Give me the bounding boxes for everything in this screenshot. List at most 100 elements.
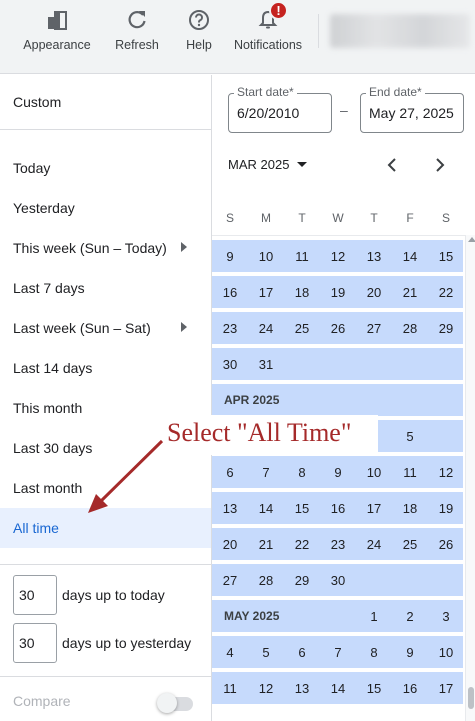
calendar-day[interactable]: 3 (428, 600, 464, 632)
calendar-day[interactable]: 26 (428, 528, 464, 560)
calendar-day[interactable]: 21 (392, 276, 428, 308)
calendar-day[interactable]: 24 (356, 528, 392, 560)
calendar-day[interactable]: 11 (212, 672, 248, 704)
calendar-day[interactable]: 23 (320, 528, 356, 560)
calendar-day[interactable]: 18 (392, 492, 428, 524)
help-button[interactable]: Help (183, 0, 215, 74)
preset-yesterday[interactable]: Yesterday (0, 188, 211, 228)
calendar-day[interactable]: 19 (320, 276, 356, 308)
compare-label: Compare (13, 693, 71, 709)
calendar-day[interactable]: 30 (212, 348, 248, 380)
preset-last-14-days[interactable]: Last 14 days (0, 348, 211, 388)
calendar-day[interactable]: 11 (392, 456, 428, 488)
calendar-day[interactable]: 29 (428, 312, 464, 344)
calendar-day[interactable]: 28 (392, 312, 428, 344)
calendar-day[interactable]: 17 (248, 276, 284, 308)
bell-icon: ! (255, 1, 288, 33)
calendar-day[interactable]: 17 (428, 672, 464, 704)
calendar-day[interactable]: 24 (248, 312, 284, 344)
calendar-day[interactable]: 9 (320, 456, 356, 488)
calendar-day[interactable]: 13 (284, 672, 320, 704)
preset-label: This month (13, 400, 83, 416)
calendar-day[interactable]: 14 (248, 492, 284, 524)
calendar-day[interactable]: 9 (392, 636, 428, 668)
preset-today[interactable]: Today (0, 148, 211, 188)
divider (0, 564, 211, 565)
calendar-day[interactable]: 5 (248, 636, 284, 668)
refresh-button[interactable]: Refresh (113, 0, 161, 74)
calendar-day[interactable]: 29 (284, 564, 320, 596)
month-selector[interactable]: MAR 2025 (228, 157, 308, 172)
calendar-day[interactable]: 31 (248, 348, 284, 380)
preset-all-time[interactable]: All time (0, 508, 211, 548)
calendar-day[interactable]: 19 (428, 492, 464, 524)
calendar-day[interactable]: 7 (248, 456, 284, 488)
calendar-day[interactable]: 21 (248, 528, 284, 560)
calendar-day[interactable]: 10 (248, 240, 284, 272)
preset-custom[interactable]: Custom (0, 75, 211, 130)
calendar-day[interactable]: 15 (428, 240, 464, 272)
calendar-day[interactable]: 6 (212, 456, 248, 488)
calendar-day[interactable]: 14 (392, 240, 428, 272)
calendar-day[interactable]: 27 (212, 564, 248, 596)
calendar-day[interactable]: 15 (284, 492, 320, 524)
calendar-day[interactable]: 16 (392, 672, 428, 704)
notifications-button[interactable]: ! Notifications (232, 0, 304, 74)
calendar-day[interactable]: 18 (284, 276, 320, 308)
next-month-button[interactable] (428, 153, 452, 177)
calendar-panel: Start date* 6/20/2010 – End date* May 27… (212, 75, 475, 721)
chevron-right-icon (181, 242, 187, 252)
chevron-left-icon (387, 158, 396, 172)
start-date-field[interactable]: Start date* 6/20/2010 (228, 85, 332, 133)
calendar-day[interactable]: 27 (356, 312, 392, 344)
preset-last-month[interactable]: Last month (0, 468, 211, 508)
calendar-day[interactable]: 13 (356, 240, 392, 272)
calendar-day[interactable]: 8 (284, 456, 320, 488)
calendar-day[interactable]: 11 (284, 240, 320, 272)
preset-this-week[interactable]: This week (Sun – Today) (0, 228, 211, 268)
preset-last-week[interactable]: Last week (Sun – Sat) (0, 308, 211, 348)
calendar-day[interactable]: 13 (212, 492, 248, 524)
calendar-day[interactable]: 7 (320, 636, 356, 668)
calendar-week-row: 6 7 8 9 10 11 12 (212, 456, 463, 488)
appearance-label: Appearance (23, 38, 91, 52)
calendar-day[interactable]: 20 (356, 276, 392, 308)
appearance-button[interactable]: Appearance (23, 0, 91, 74)
calendar-day[interactable]: 25 (392, 528, 428, 560)
days-up-to-today-input[interactable]: 30 (13, 575, 57, 615)
calendar-day[interactable]: 16 (320, 492, 356, 524)
previous-month-button[interactable] (380, 153, 404, 177)
calendar-day[interactable]: 12 (248, 672, 284, 704)
preset-last-7-days[interactable]: Last 7 days (0, 268, 211, 308)
calendar-day[interactable]: 20 (212, 528, 248, 560)
calendar-day[interactable]: 10 (428, 636, 464, 668)
end-date-field[interactable]: End date* May 27, 2025 (360, 85, 464, 133)
calendar-day[interactable]: 23 (212, 312, 248, 344)
scroll-up-icon[interactable] (468, 237, 475, 242)
calendar-day[interactable]: 15 (356, 672, 392, 704)
calendar-day[interactable]: 26 (320, 312, 356, 344)
calendar-day[interactable]: 4 (212, 636, 248, 668)
calendar-day[interactable]: 9 (212, 240, 248, 272)
calendar-day[interactable]: 25 (284, 312, 320, 344)
calendar-day[interactable]: 30 (320, 564, 356, 596)
calendar-day[interactable]: 22 (428, 276, 464, 308)
preset-label: Last 14 days (13, 360, 93, 376)
calendar-day[interactable]: 2 (392, 600, 428, 632)
calendar-day[interactable]: 6 (284, 636, 320, 668)
compare-toggle-knob[interactable] (157, 693, 177, 713)
calendar-day[interactable]: 14 (320, 672, 356, 704)
calendar-day[interactable]: 10 (356, 456, 392, 488)
calendar-day[interactable]: 8 (356, 636, 392, 668)
calendar-day[interactable]: 12 (320, 240, 356, 272)
calendar-day[interactable]: 28 (248, 564, 284, 596)
calendar-day[interactable]: 16 (212, 276, 248, 308)
days-up-to-yesterday-input[interactable]: 30 (13, 623, 57, 663)
calendar-day[interactable]: 12 (428, 456, 464, 488)
scroll-thumb[interactable] (468, 687, 474, 709)
calendar-day[interactable]: 17 (356, 492, 392, 524)
calendar-day[interactable]: 5 (392, 420, 428, 452)
calendar-day[interactable]: 22 (284, 528, 320, 560)
calendar-scrollbar[interactable] (465, 235, 475, 721)
calendar-day[interactable]: 1 (356, 600, 392, 632)
